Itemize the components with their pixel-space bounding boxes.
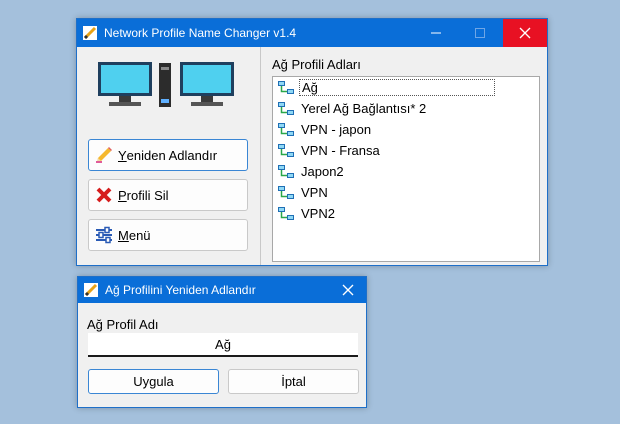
sliders-icon: [96, 226, 112, 244]
menu-accel: M: [118, 227, 129, 243]
profile-list-label: Ağ Profili Adları: [272, 57, 361, 72]
list-item-label: VPN - japon: [301, 122, 372, 137]
list-item[interactable]: Yerel Ağ Bağlantısı* 2: [273, 98, 539, 119]
list-item-label: Ağ: [299, 79, 495, 96]
network-icon: [278, 185, 294, 199]
rename-dialog: Ağ Profilini Yeniden Adlandır Ağ Profil …: [77, 276, 367, 408]
dialog-title: Ağ Profilini Yeniden Adlandır: [105, 283, 256, 297]
rename-accel: Y: [118, 147, 127, 163]
list-item[interactable]: VPN - japon: [273, 119, 539, 140]
list-item-label: Japon2: [301, 164, 344, 179]
pencil-icon: [96, 147, 112, 163]
list-item-label: VPN - Fransa: [301, 143, 380, 158]
minimize-icon: [431, 32, 441, 34]
delete-profile-button[interactable]: Profili Sil: [88, 179, 248, 211]
delete-x-icon: [96, 187, 112, 203]
maximize-button[interactable]: [458, 19, 502, 47]
close-button[interactable]: [503, 19, 547, 47]
list-item[interactable]: VPN2: [273, 203, 539, 224]
list-item[interactable]: VPN: [273, 182, 539, 203]
list-item[interactable]: Ağ: [273, 77, 539, 98]
dialog-titlebar[interactable]: Ağ Profilini Yeniden Adlandır: [78, 277, 366, 303]
close-icon: [342, 284, 354, 296]
list-item-label: VPN2: [301, 206, 335, 221]
profile-name-input[interactable]: [88, 333, 358, 357]
maximize-icon: [475, 28, 485, 38]
network-icon: [278, 80, 294, 94]
pencil-app-icon: [83, 26, 97, 40]
network-icon: [278, 101, 294, 115]
profile-list[interactable]: Ağ Yerel Ağ Bağlantısı* 2 VPN - japon VPN -…: [272, 76, 540, 262]
list-item-label: VPN: [301, 185, 328, 200]
network-computers-icon: [98, 62, 234, 107]
apply-button[interactable]: Uygula: [88, 369, 219, 394]
rename-button[interactable]: Yeniden Adlandır: [88, 139, 248, 171]
minimize-button[interactable]: [414, 19, 458, 47]
network-icon: [278, 164, 294, 178]
delete-accel: P: [118, 187, 127, 203]
cancel-button[interactable]: İptal: [228, 369, 359, 394]
left-panel: Yeniden Adlandır Profili Sil Menü: [77, 47, 261, 265]
delete-label: rofili Sil: [126, 187, 169, 203]
list-item[interactable]: VPN - Fransa: [273, 140, 539, 161]
network-icon: [278, 122, 294, 136]
list-item[interactable]: Japon2: [273, 161, 539, 182]
dialog-close-button[interactable]: [330, 277, 366, 303]
menu-button[interactable]: Menü: [88, 219, 248, 251]
main-titlebar[interactable]: Network Profile Name Changer v1.4: [77, 19, 547, 47]
main-window: Network Profile Name Changer v1.4 Y enid…: [76, 18, 548, 266]
close-icon: [519, 27, 531, 39]
rename-label: eniden Adlandır: [126, 147, 218, 163]
main-title: Network Profile Name Changer v1.4: [104, 26, 297, 40]
pencil-app-icon: [84, 283, 98, 297]
network-icon: [278, 143, 294, 157]
menu-label: enü: [128, 227, 151, 243]
profile-name-label: Ağ Profil Adı: [87, 317, 159, 332]
network-icon: [278, 206, 294, 220]
list-item-label: Yerel Ağ Bağlantısı* 2: [301, 101, 427, 116]
